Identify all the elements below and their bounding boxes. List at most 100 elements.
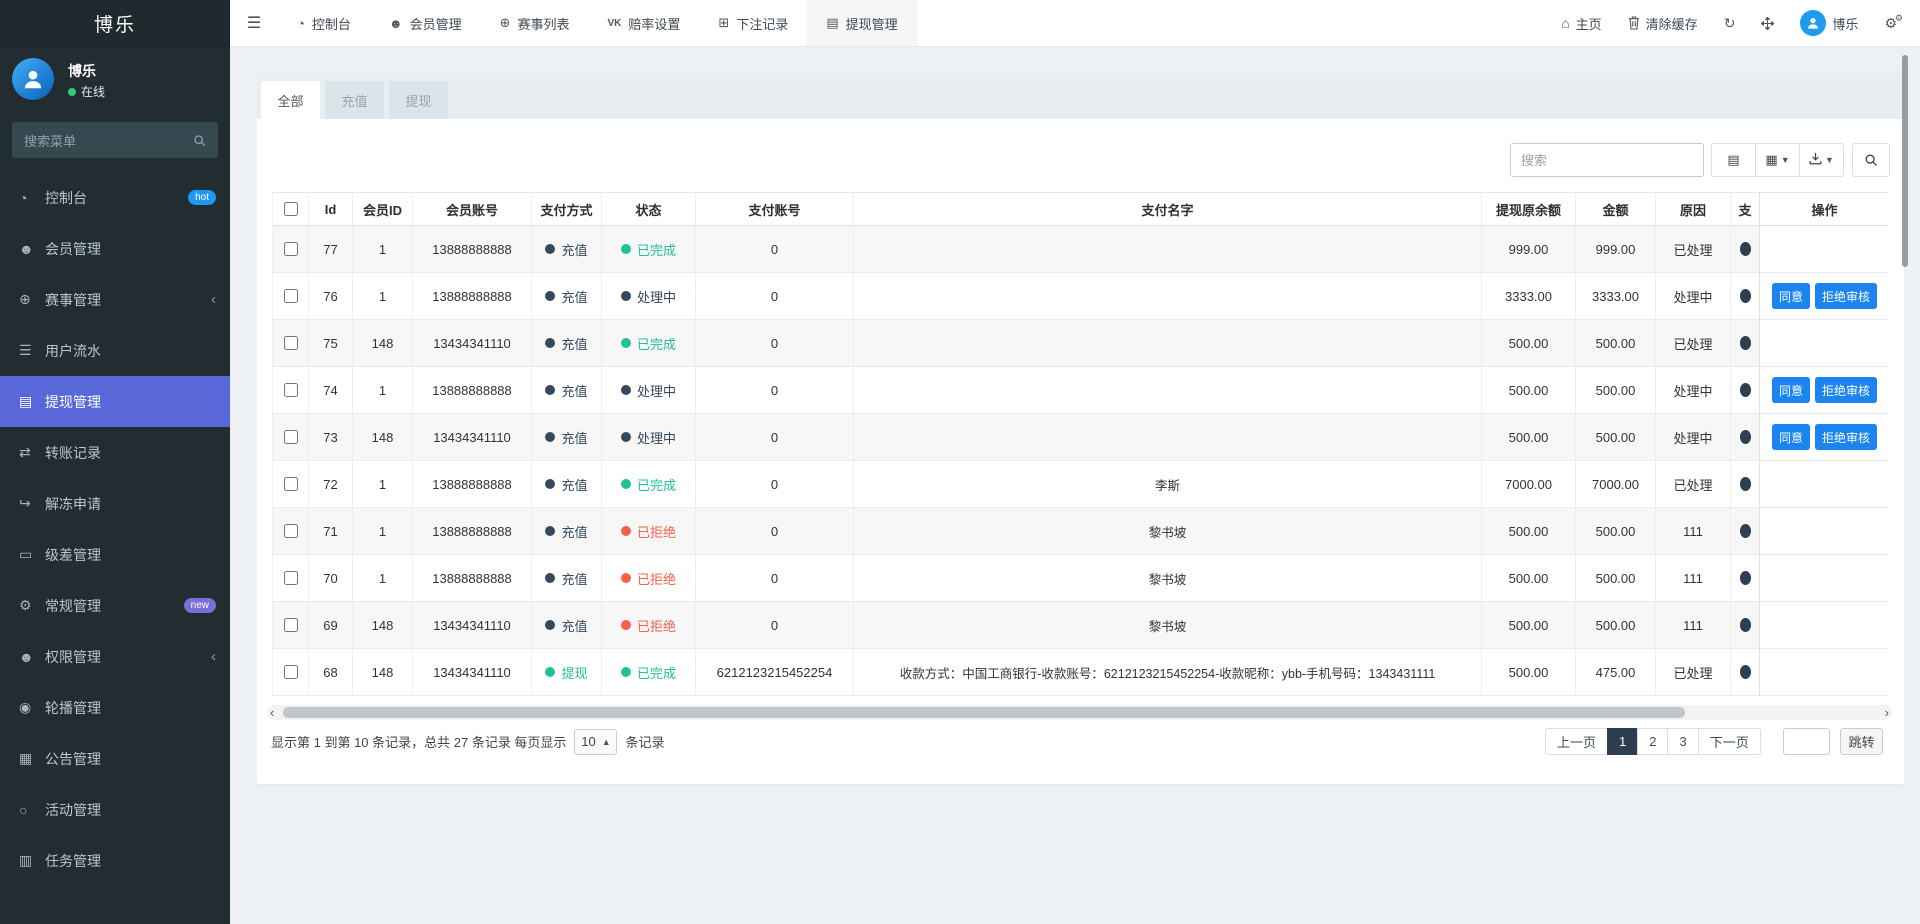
status-label: 已拒绝 [637, 616, 676, 635]
sidebar-item-notice[interactable]: ▦公告管理 [0, 733, 230, 784]
page-button-1[interactable]: 1 [1607, 728, 1638, 755]
sidebar-item-auth[interactable]: ☻权限管理‹ [0, 631, 230, 682]
row-checkbox[interactable] [284, 477, 298, 491]
tab-deposit[interactable]: 充值 [325, 81, 384, 119]
vk-icon: VK [608, 18, 622, 29]
sidebar-item-dashboard[interactable]: ◔控制台hot [0, 172, 230, 223]
prev-page-button[interactable]: 上一页 [1545, 728, 1608, 755]
brand-logo[interactable]: 博乐 [0, 0, 230, 47]
pay-type: 充值 [545, 240, 587, 259]
row-checkbox[interactable] [284, 524, 298, 538]
fullscreen-button[interactable] [1748, 0, 1787, 46]
cell-pay-name [854, 320, 1482, 367]
page-button-3[interactable]: 3 [1667, 728, 1698, 755]
row-checkbox[interactable] [284, 336, 298, 350]
sidebar-search-input[interactable]: 搜索菜单 [12, 122, 218, 158]
cell-reason: 处理中 [1656, 273, 1731, 320]
cell-pay-type: 充值 [532, 602, 602, 649]
sidebar-item-members[interactable]: ☻会员管理 [0, 223, 230, 274]
approve-button[interactable]: 同意 [1772, 424, 1810, 450]
horizontal-scrollbar[interactable]: ‹ › [267, 705, 1892, 720]
sidebar-item-label: 会员管理 [45, 239, 101, 259]
column-header: 支 [1731, 192, 1760, 226]
home-link[interactable]: ⌂ 主页 [1548, 0, 1614, 46]
menu-toggle-icon[interactable]: ☰ [230, 0, 278, 46]
next-page-button[interactable]: 下一页 [1698, 728, 1761, 755]
top-nav-item-members[interactable]: ☻会员管理 [370, 0, 481, 46]
sidebar-item-level[interactable]: ▭级差管理 [0, 529, 230, 580]
row-checkbox[interactable] [284, 618, 298, 632]
table-search-input[interactable] [1510, 143, 1704, 177]
settings-button[interactable]: ⚙⚙ [1871, 0, 1910, 46]
cell-pay-type: 充值 [532, 461, 602, 508]
scroll-left-icon[interactable]: ‹ [270, 705, 274, 720]
status: 已完成 [621, 475, 676, 494]
columns-button[interactable]: ▦▼ [1755, 143, 1800, 177]
reject-button[interactable]: 拒绝审核 [1815, 283, 1877, 309]
column-header: 状态 [602, 192, 696, 226]
sidebar-search-placeholder: 搜索菜单 [24, 131, 76, 150]
reject-button[interactable]: 拒绝审核 [1815, 377, 1877, 403]
row-checkbox[interactable] [284, 665, 298, 679]
sidebar-item-user-flow[interactable]: ☰用户流水 [0, 325, 230, 376]
refresh-button[interactable]: ↻ [1711, 0, 1749, 46]
jump-button[interactable]: 跳转 [1840, 728, 1883, 755]
approve-button[interactable]: 同意 [1772, 283, 1810, 309]
sidebar-item-carousel[interactable]: ◉轮播管理 [0, 682, 230, 733]
sidebar-item-label: 权限管理 [45, 647, 101, 667]
pay-type-label: 充值 [561, 522, 587, 541]
top-nav-item-withdraw[interactable]: ▤提现管理 [807, 0, 916, 46]
row-checkbox[interactable] [284, 289, 298, 303]
status-dot [545, 526, 555, 536]
avatar[interactable] [12, 58, 54, 100]
sidebar-item-matches[interactable]: ⊕赛事管理‹ [0, 274, 230, 325]
row-select-cell [273, 602, 309, 649]
action-column: 操作同意拒绝审核同意拒绝审核同意拒绝审核 [1759, 192, 1889, 696]
detail-view-button[interactable]: ▤ [1711, 143, 1756, 177]
cell-pay-name [854, 273, 1482, 320]
page-button-2[interactable]: 2 [1637, 728, 1668, 755]
top-nav-item-odds[interactable]: VK赔率设置 [589, 0, 700, 46]
export-button[interactable]: ▼ [1799, 143, 1844, 177]
cell-account: 13888888888 [413, 273, 532, 320]
pay-type: 充值 [545, 287, 587, 306]
jump-page-input[interactable] [1783, 728, 1830, 755]
sidebar-item-activity[interactable]: ○活动管理 [0, 784, 230, 835]
top-nav-item-label: 赛事列表 [517, 14, 569, 33]
search-button[interactable] [1852, 143, 1890, 177]
tab-all[interactable]: 全部 [261, 81, 320, 119]
page-size-dropdown[interactable]: 10 ▲ [574, 729, 617, 755]
reject-button[interactable]: 拒绝审核 [1815, 424, 1877, 450]
approve-button[interactable]: 同意 [1772, 377, 1810, 403]
truncated-status-dot [1740, 430, 1751, 444]
top-nav-item-match-list[interactable]: ⊕赛事列表 [481, 0, 589, 46]
tab-withdraw[interactable]: 提现 [389, 81, 448, 119]
table-row: 7314813434341110充值处理中0500.00500.00处理中 [273, 414, 1759, 461]
sidebar-item-transfer[interactable]: ⇄转账记录 [0, 427, 230, 478]
row-checkbox[interactable] [284, 571, 298, 585]
row-checkbox[interactable] [284, 430, 298, 444]
top-nav-item-bets[interactable]: ⊞下注记录 [699, 0, 807, 46]
clear-cache-button[interactable]: 清除缓存 [1615, 0, 1711, 46]
action-cell: 同意拒绝审核 [1760, 367, 1889, 414]
sidebar-item-unfreeze[interactable]: ↪解冻申请 [0, 478, 230, 529]
status-label: 已完成 [637, 334, 676, 353]
sidebar-item-withdraw[interactable]: ▤提现管理 [0, 376, 230, 427]
sidebar-item-task[interactable]: ▥任务管理 [0, 835, 230, 886]
table-row: 71113888888888充值已拒绝0黎书坡500.00500.00111 [273, 508, 1759, 555]
cell-status: 已完成 [602, 320, 696, 367]
user-status: 在线 [68, 83, 105, 100]
select-all-checkbox[interactable] [284, 202, 298, 216]
vertical-scrollbar-thumb[interactable] [1902, 55, 1908, 267]
user-menu[interactable]: 博乐 [1787, 0, 1871, 46]
person-icon [20, 66, 46, 92]
horizontal-scrollbar-thumb[interactable] [283, 707, 1685, 718]
row-checkbox[interactable] [284, 383, 298, 397]
truncated-status-dot [1740, 383, 1751, 397]
sidebar-item-general[interactable]: ⚙常规管理new [0, 580, 230, 631]
top-nav-item-dashboard[interactable]: ◔控制台 [278, 0, 370, 46]
clear-cache-label: 清除缓存 [1646, 14, 1698, 33]
cell-id: 77 [309, 226, 353, 273]
scroll-right-icon[interactable]: › [1885, 705, 1889, 720]
row-checkbox[interactable] [284, 242, 298, 256]
